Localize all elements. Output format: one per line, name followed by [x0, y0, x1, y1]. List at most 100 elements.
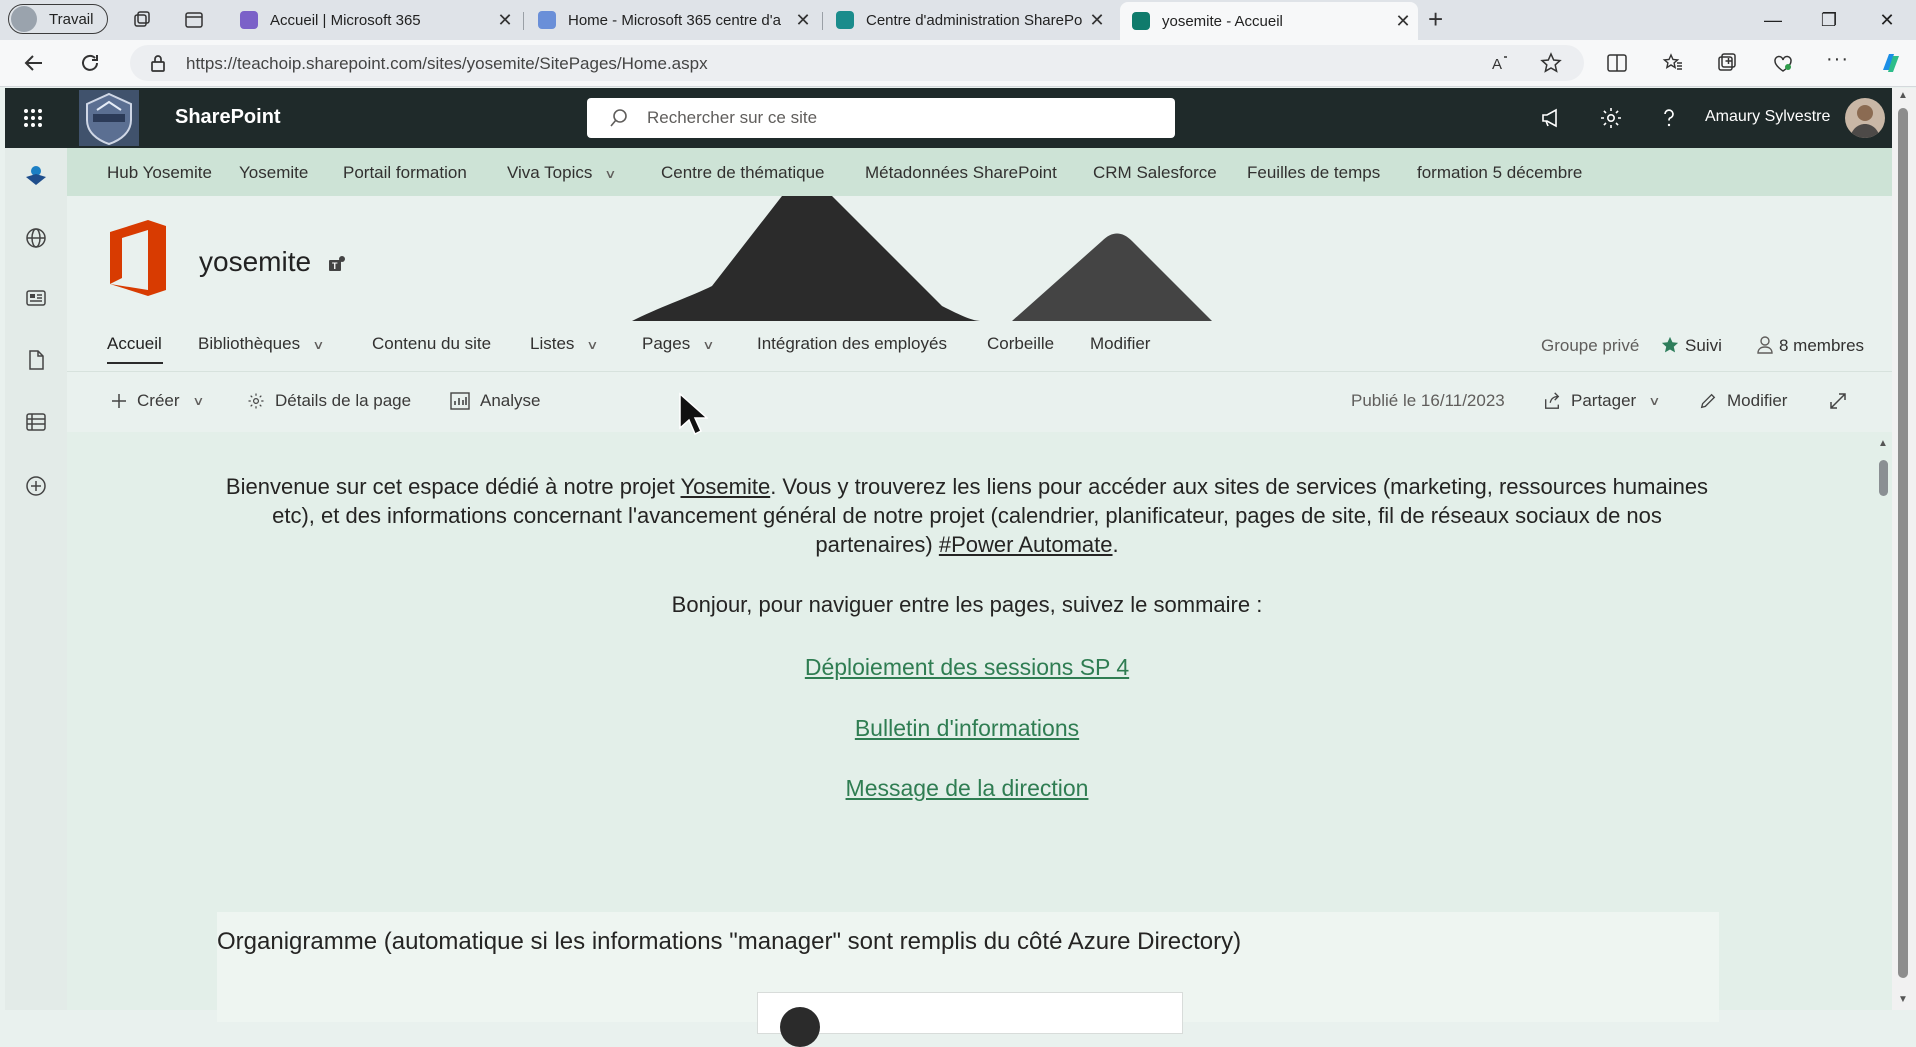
follow-label: Suivi	[1685, 336, 1722, 355]
hub-nav-yosemite[interactable]: Yosemite	[239, 163, 308, 183]
browser-tab-4-active[interactable]: yosemite - Accueil ✕	[1120, 2, 1418, 40]
mouse-cursor-icon	[679, 392, 708, 436]
sharepoint-home-icon[interactable]	[24, 164, 48, 188]
favorites-icon[interactable]	[1662, 52, 1684, 74]
lock-icon[interactable]	[146, 51, 170, 75]
window-scrollbar[interactable]: ▲ ▼	[1892, 88, 1916, 1010]
hub-nav-centre-thematique[interactable]: Centre de thématique	[661, 163, 825, 183]
sharepoint-brand[interactable]: SharePoint	[175, 106, 281, 129]
lists-icon[interactable]	[24, 410, 48, 434]
canvas-scrollbar[interactable]: ▲	[1875, 432, 1892, 1010]
close-window-icon[interactable]: ✕	[1864, 6, 1910, 34]
site-nav-integration[interactable]: Intégration des employés	[757, 334, 947, 354]
site-title[interactable]: yosemite T	[199, 246, 349, 278]
toc-link-deploiement: Déploiement des sessions SP 4	[217, 654, 1717, 681]
site-nav-bibliotheques[interactable]: Bibliothèques ∨	[198, 334, 325, 354]
announcements-icon[interactable]	[1539, 106, 1563, 130]
site-nav-label: Listes	[530, 334, 575, 353]
close-tab-icon[interactable]: ✕	[788, 10, 818, 31]
site-nav-modifier[interactable]: Modifier	[1090, 334, 1150, 354]
user-avatar[interactable]	[1845, 98, 1885, 138]
user-name[interactable]: Amaury Sylvestre	[1705, 108, 1830, 126]
members-button[interactable]: 8 membres	[1757, 336, 1864, 356]
org-chart-person-card[interactable]	[757, 992, 1183, 1047]
page-command-bar: Créer ∨ Détails de la page Analyse Publié…	[67, 372, 1892, 430]
tab-actions-icon[interactable]	[184, 10, 204, 30]
share-button[interactable]: Partager ∨	[1543, 391, 1661, 411]
refresh-icon[interactable]	[78, 51, 102, 75]
expand-fullscreen-icon[interactable]	[1829, 392, 1847, 410]
toc-link-text[interactable]: Message de la direction	[846, 775, 1089, 801]
my-sites-globe-icon[interactable]	[24, 226, 48, 250]
browser-tab-1[interactable]: Accueil | Microsoft 365 ✕	[228, 4, 520, 36]
site-nav-accueil[interactable]: Accueil	[107, 334, 163, 364]
profile-button[interactable]: Travail	[8, 4, 108, 34]
hub-nav-metadonnees[interactable]: Métadonnées SharePoint	[865, 163, 1057, 183]
site-nav-pages[interactable]: Pages ∨	[642, 334, 715, 354]
yosemite-logo[interactable]	[79, 90, 139, 146]
analytics-button[interactable]: Analyse	[450, 391, 540, 411]
svg-text:T: T	[332, 261, 338, 271]
hub-nav-crm-salesforce[interactable]: CRM Salesforce	[1093, 163, 1217, 183]
create-add-icon[interactable]	[24, 474, 48, 498]
hub-nav-formation[interactable]: formation 5 décembre	[1417, 163, 1582, 183]
help-icon[interactable]	[1657, 106, 1681, 130]
files-icon[interactable]	[24, 348, 48, 372]
search-placeholder: Rechercher sur ce site	[647, 108, 818, 127]
toc-link-text[interactable]: Bulletin d'informations	[855, 715, 1079, 741]
person-icon	[1757, 336, 1773, 354]
split-screen-icon[interactable]	[1606, 52, 1628, 74]
toc-link-bulletin: Bulletin d'informations	[217, 715, 1717, 742]
toc-link-text[interactable]: Déploiement des sessions SP 4	[805, 654, 1129, 680]
back-icon[interactable]	[22, 51, 46, 75]
site-nav-contenu[interactable]: Contenu du site	[372, 334, 491, 354]
copilot-icon[interactable]	[1878, 50, 1904, 76]
scroll-down-icon[interactable]: ▼	[1898, 994, 1908, 1005]
teams-icon[interactable]: T	[327, 254, 349, 274]
site-nav-listes[interactable]: Listes ∨	[530, 334, 599, 354]
hub-nav-feuilles-temps[interactable]: Feuilles de temps	[1247, 163, 1380, 183]
org-chart-title: Organigramme (automatique si les informa…	[217, 928, 1242, 955]
settings-gear-icon[interactable]	[1599, 106, 1623, 130]
collections-icon[interactable]	[1716, 52, 1738, 74]
site-header: yosemite T	[67, 196, 1892, 321]
create-button[interactable]: Créer ∨	[111, 391, 204, 411]
scroll-up-icon[interactable]: ▲	[1898, 90, 1908, 101]
more-options-icon[interactable]: ···	[1826, 48, 1849, 71]
restore-icon[interactable]: ❐	[1806, 6, 1852, 34]
edit-page-button[interactable]: Modifier	[1699, 391, 1787, 411]
close-tab-icon[interactable]: ✕	[490, 10, 520, 31]
workspaces-icon[interactable]	[132, 10, 152, 30]
read-aloud-icon[interactable]: A	[1490, 52, 1512, 74]
browser-essentials-icon[interactable]	[1772, 52, 1794, 74]
new-tab-button[interactable]: +	[1428, 4, 1443, 35]
app-launcher-icon[interactable]	[23, 108, 43, 128]
browser-tab-3[interactable]: Centre d'administration SharePoi ✕	[824, 4, 1112, 36]
url-text[interactable]: https://teachoip.sharepoint.com/sites/yo…	[186, 54, 708, 74]
hub-nav-viva-topics[interactable]: Viva Topics ∨	[507, 163, 617, 183]
favorite-star-icon[interactable]	[1540, 52, 1562, 74]
scroll-up-icon[interactable]: ▲	[1878, 438, 1888, 449]
hub-nav-hub-yosemite[interactable]: Hub Yosemite	[107, 163, 212, 183]
profile-label: Travail	[49, 10, 94, 28]
page-details-button[interactable]: Détails de la page	[247, 391, 411, 411]
close-tab-icon[interactable]: ✕	[1082, 10, 1112, 31]
yosemite-link[interactable]: Yosemite	[681, 474, 771, 499]
window-scroll-thumb[interactable]	[1898, 108, 1908, 978]
active-nav-underline	[107, 362, 163, 364]
power-automate-hashtag-link[interactable]: #Power Automate	[939, 532, 1113, 557]
site-search-input[interactable]: Rechercher sur ce site	[587, 98, 1175, 138]
site-nav-corbeille[interactable]: Corbeille	[987, 334, 1054, 354]
office-logo[interactable]	[104, 218, 170, 298]
browser-tab-2[interactable]: Home - Microsoft 365 centre d'a ✕	[526, 4, 818, 36]
follow-button[interactable]: Suivi	[1661, 336, 1722, 356]
site-title-text: yosemite	[199, 246, 312, 277]
canvas-scroll-thumb[interactable]	[1879, 460, 1888, 496]
minimize-icon[interactable]: —	[1750, 6, 1796, 34]
tab-divider	[822, 12, 823, 30]
site-navigation: Accueil Bibliothèques ∨ Contenu du site L…	[67, 321, 1892, 372]
search-icon	[610, 109, 627, 127]
news-icon[interactable]	[24, 286, 48, 310]
close-tab-icon[interactable]: ✕	[1388, 11, 1418, 32]
hub-nav-portail-formation[interactable]: Portail formation	[343, 163, 467, 183]
